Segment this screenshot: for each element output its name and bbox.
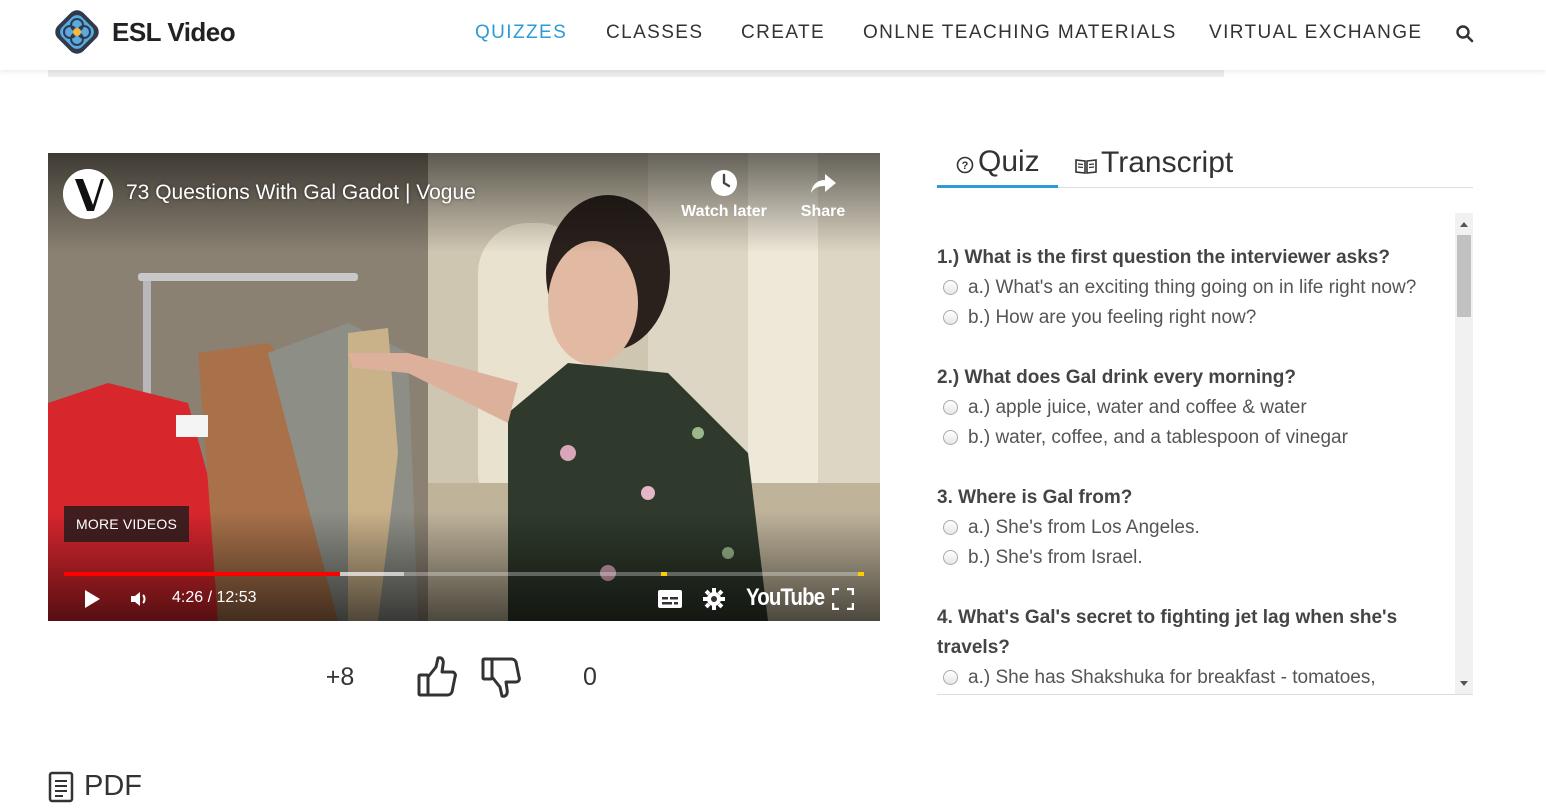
captions-icon[interactable]: [657, 588, 683, 610]
quiz-option-label: b.) She's from Israel.: [968, 547, 1143, 568]
quiz-option[interactable]: a.) She has Shakshuka for breakfast - to…: [937, 663, 1449, 693]
quiz-question: 1.) What is the first question the inter…: [937, 247, 1390, 268]
tab-quiz-label: Quiz: [978, 144, 1040, 178]
share-button[interactable]: Share: [778, 169, 868, 221]
quiz-option[interactable]: b.) How are you feeling right now?: [937, 303, 1449, 333]
pdf-link[interactable]: PDF: [48, 770, 142, 803]
watch-later-label: Watch later: [681, 203, 767, 220]
radio-button[interactable]: [943, 670, 958, 685]
volume-icon[interactable]: [128, 587, 152, 611]
question-circle-icon: ?: [956, 156, 974, 173]
radio-button[interactable]: [943, 550, 958, 565]
quiz-option[interactable]: a.) apple juice, water and coffee & wate…: [937, 393, 1449, 423]
radio-button[interactable]: [943, 520, 958, 535]
play-icon[interactable]: [80, 587, 104, 611]
document-icon: [48, 771, 74, 802]
downvote-count: 0: [583, 663, 597, 691]
quiz-option[interactable]: b.) She's from Israel.: [937, 543, 1449, 573]
quiz-scrollbar[interactable]: [1455, 213, 1473, 694]
quiz-option[interactable]: b.) water, coffee, and a tablespoon of v…: [937, 423, 1449, 453]
quiz-question: 2.) What does Gal drink every morning?: [937, 367, 1296, 388]
brand-name: ESL Video: [112, 16, 236, 47]
pdf-label: PDF: [84, 770, 142, 802]
nav-item-quizzes[interactable]: QUIZZES: [475, 22, 567, 44]
settings-gear-icon[interactable]: [702, 587, 726, 611]
tab-transcript[interactable]: Transcript: [1075, 138, 1233, 188]
quiz-question: 3. Where is Gal from?: [937, 487, 1133, 508]
thumbs-down-icon[interactable]: [480, 655, 522, 699]
svg-text:?: ?: [962, 160, 969, 172]
progress-played: [64, 572, 340, 576]
question-spacer: [937, 333, 1449, 363]
quiz-option[interactable]: a.) What's an exciting thing going on in…: [937, 273, 1449, 303]
watch-later-button[interactable]: Watch later: [679, 169, 769, 221]
youtube-logo[interactable]: YouTube: [746, 584, 825, 612]
nav-item-virtual-exchange[interactable]: VIRTUAL EXCHANGE: [1209, 22, 1423, 44]
quiz-question: 4. What's Gal's secret to fighting jet l…: [937, 603, 1449, 663]
progress-bar[interactable]: [64, 572, 864, 576]
quiz-list: 1.) What is the first question the inter…: [937, 243, 1449, 693]
quiz-question-line: 4. What's Gal's secret to fighting jet l…: [937, 607, 1398, 628]
nav-item-classes[interactable]: CLASSES: [606, 22, 703, 44]
time-display: 4:26 / 12:53: [172, 589, 257, 606]
upvote-count: +8: [325, 663, 355, 691]
tab-transcript-label: Transcript: [1101, 146, 1234, 179]
nav-item-create[interactable]: CREATE: [741, 22, 825, 44]
search-icon[interactable]: [1455, 24, 1475, 44]
more-videos-button[interactable]: MORE VIDEOS: [64, 506, 189, 542]
quiz-option-label: b.) water, coffee, and a tablespoon of v…: [968, 427, 1348, 448]
content-tabs: ? Quiz Transcript: [937, 138, 1473, 188]
site-header: ESL Video QUIZZES CLASSES CREATE ONLNE T…: [0, 0, 1546, 70]
tab-quiz[interactable]: ? Quiz: [937, 138, 1058, 188]
share-label: Share: [800, 203, 846, 220]
quiz-option-label: a.) What's an exciting thing going on in…: [968, 277, 1417, 298]
scroll-thumb[interactable]: [1457, 235, 1471, 317]
quiz-option-label: a.) apple juice, water and coffee & wate…: [968, 397, 1307, 418]
thumbs-up-icon[interactable]: [416, 655, 458, 699]
chapter-marker: [858, 572, 864, 576]
vogue-logo-icon: [63, 169, 113, 219]
radio-button[interactable]: [943, 400, 958, 415]
logo-icon: [55, 10, 99, 54]
sub-header-bar: [48, 70, 1224, 77]
quiz-option-label: a.) She's from Los Angeles.: [968, 517, 1200, 538]
share-arrow-icon: [811, 174, 836, 193]
open-book-icon: [1075, 159, 1097, 174]
clock-icon: [711, 170, 737, 196]
question-spacer: [937, 453, 1449, 483]
site-logo[interactable]: ESL Video: [52, 7, 236, 57]
scroll-up-arrow-icon[interactable]: [1455, 215, 1473, 233]
quiz-question-line: travels?: [937, 637, 1010, 658]
radio-button[interactable]: [943, 280, 958, 295]
chapter-marker: [661, 572, 667, 576]
question-spacer: [937, 573, 1449, 603]
nav-item-online-teaching-materials[interactable]: ONLNE TEACHING MATERIALS: [863, 22, 1177, 44]
quiz-option-label: b.) How are you feeling right now?: [968, 307, 1257, 328]
quiz-option-label: a.) She has Shakshuka for breakfast - to…: [968, 667, 1376, 688]
fullscreen-icon[interactable]: [832, 588, 854, 610]
quiz-panel[interactable]: 1.) What is the first question the inter…: [937, 213, 1473, 695]
scroll-down-arrow-icon[interactable]: [1455, 675, 1473, 693]
video-title[interactable]: 73 Questions With Gal Gadot | Vogue: [126, 181, 476, 205]
radio-button[interactable]: [943, 310, 958, 325]
channel-avatar[interactable]: [63, 169, 113, 219]
quiz-option[interactable]: a.) She's from Los Angeles.: [937, 513, 1449, 543]
video-player[interactable]: 73 Questions With Gal Gadot | Vogue Watc…: [48, 153, 880, 621]
radio-button[interactable]: [943, 430, 958, 445]
